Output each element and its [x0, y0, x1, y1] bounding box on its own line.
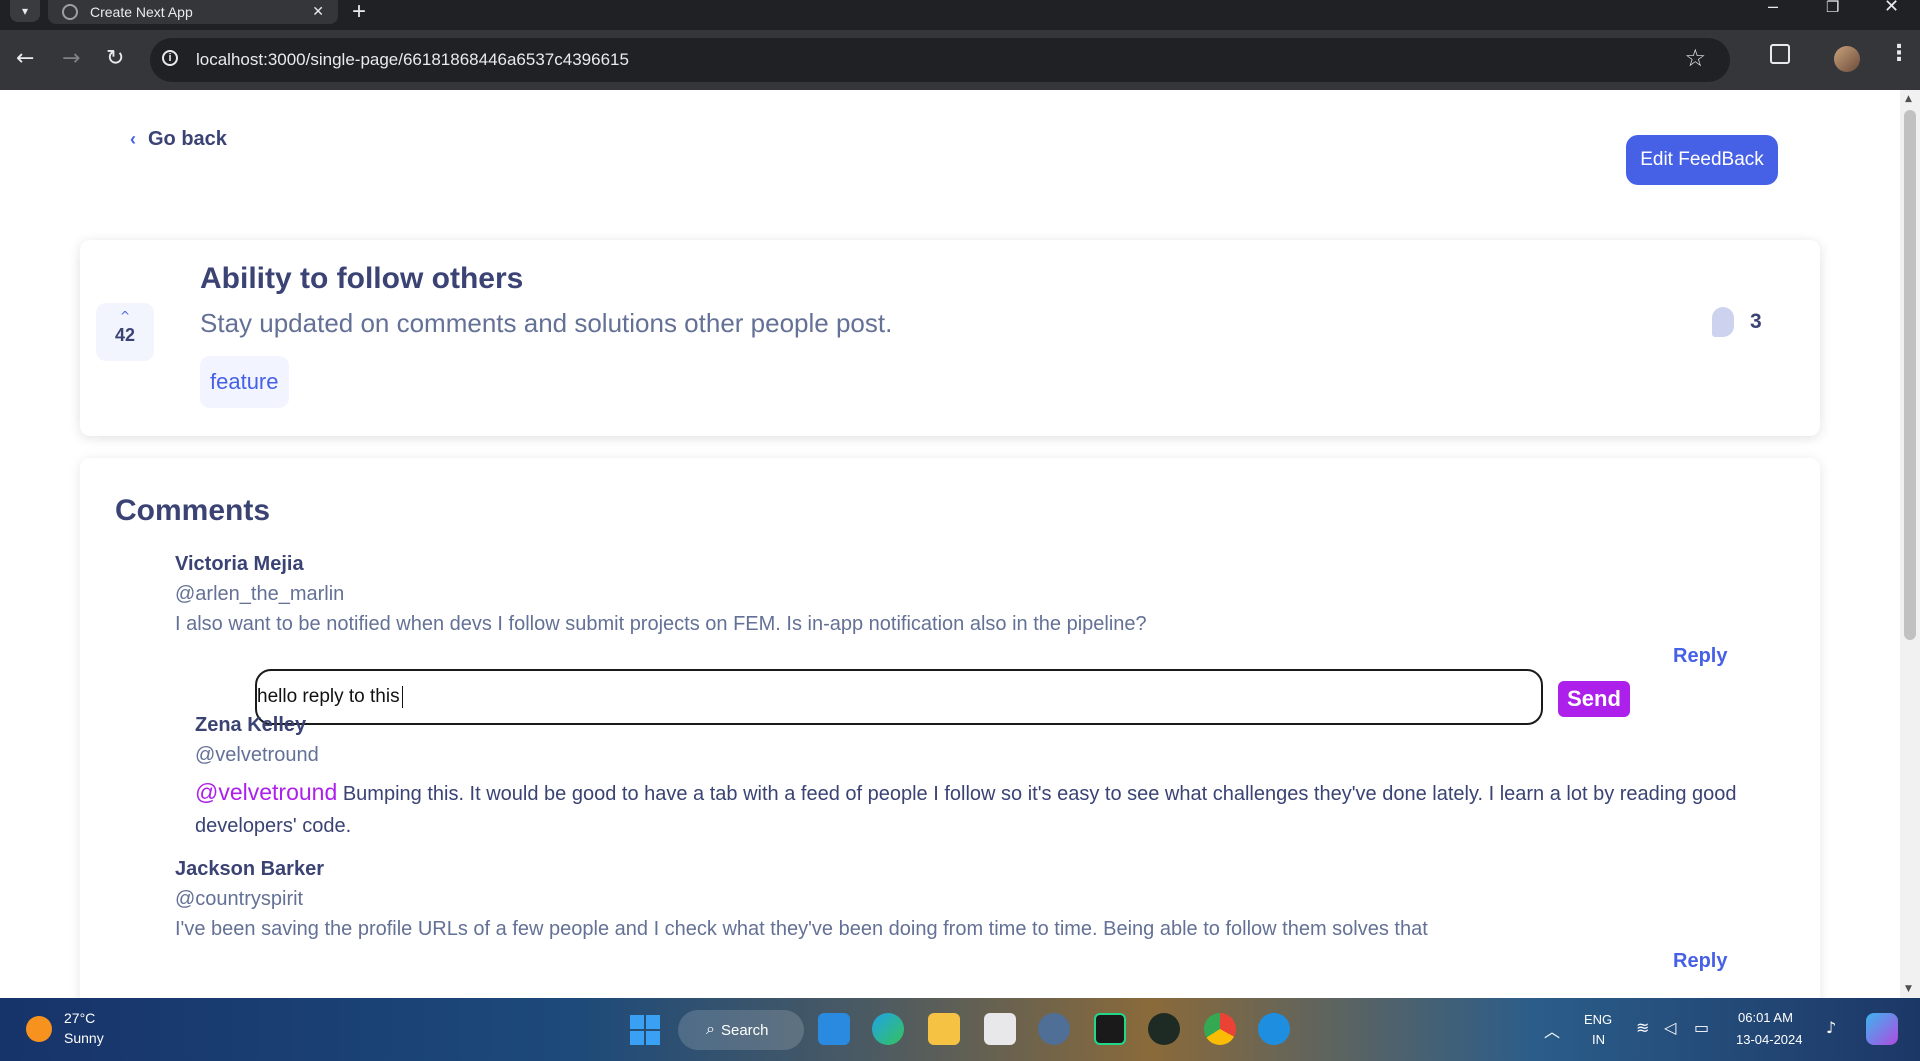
reply-author-name: Zena Kelley — [195, 714, 307, 736]
tab-title: Create Next App — [90, 4, 193, 20]
comment-author-handle: @countryspirit — [175, 888, 304, 910]
wifi-icon[interactable]: ≋ — [1636, 1018, 1649, 1037]
globe-icon — [62, 4, 78, 20]
file-explorer-icon[interactable] — [928, 1013, 960, 1045]
comment-author-name: Victoria Mejia — [175, 553, 304, 575]
tab-close-icon[interactable]: ✕ — [312, 4, 324, 20]
chrome-icon[interactable] — [1204, 1013, 1236, 1045]
reply-link[interactable]: Reply — [1673, 645, 1727, 668]
category-tag[interactable]: feature — [200, 356, 289, 408]
comment-bubble-icon — [1712, 307, 1734, 337]
browser-toolbar: ← → ↻ i localhost:3000/single-page/66181… — [0, 30, 1920, 90]
windows-start-icon[interactable] — [630, 1015, 660, 1045]
restore-icon[interactable]: ❐ — [1826, 0, 1839, 16]
menu-kebab-icon[interactable]: ⋮ — [1888, 43, 1910, 65]
weather-temperature[interactable]: 27°C — [64, 1010, 95, 1026]
taskbar-search-label: Search — [720, 1021, 769, 1039]
address-bar[interactable]: i localhost:3000/single-page/66181868446… — [150, 38, 1730, 82]
show-hidden-icons-chevron-icon[interactable]: ︿ — [1544, 1018, 1560, 1042]
reply-link[interactable]: Reply — [1673, 950, 1727, 973]
new-tab-button[interactable]: + — [352, 0, 366, 26]
search-icon: ⌕ — [706, 1021, 715, 1038]
go-back-label: Go back — [148, 128, 227, 150]
reply-text: @velvetround Bumping this. It would be g… — [195, 776, 1795, 842]
scrollbar-thumb[interactable] — [1904, 110, 1916, 640]
upvote-button[interactable]: ^ 42 — [96, 303, 154, 361]
mongodb-compass-icon[interactable] — [1148, 1013, 1180, 1045]
language-code[interactable]: ENG — [1584, 1012, 1612, 1027]
back-arrow-icon[interactable]: ← — [16, 44, 34, 74]
volume-icon[interactable]: ◁ — [1664, 1018, 1676, 1037]
chevron-up-icon: ^ — [119, 309, 131, 323]
battery-icon[interactable]: ▭ — [1694, 1018, 1709, 1037]
profile-avatar[interactable] — [1834, 46, 1860, 72]
windows-taskbar: 27°C Sunny ⌕ Search ︿ ENG IN ≋ ◁ ▭ 06:01… — [0, 998, 1920, 1061]
extensions-icon[interactable] — [1770, 44, 1790, 64]
send-button[interactable]: Send — [1558, 681, 1630, 717]
browser-tab-strip: ▾ Create Next App ✕ + – ❐ ✕ — [0, 0, 1920, 30]
scroll-down-icon[interactable]: ▼ — [1905, 984, 1912, 994]
reply-body: Bumping this. It would be good to have a… — [195, 783, 1737, 837]
weather-condition[interactable]: Sunny — [64, 1030, 104, 1046]
address-url[interactable]: localhost:3000/single-page/66181868446a6… — [196, 50, 629, 70]
comments-heading: Comments — [115, 494, 271, 527]
page-scrollbar[interactable]: ▲ ▼ — [1900, 90, 1920, 998]
language-region[interactable]: IN — [1592, 1032, 1605, 1047]
comments-section: Comments Victoria Mejia @arlen_the_marli… — [80, 458, 1820, 998]
weather-sun-icon[interactable] — [26, 1016, 52, 1042]
feedback-card: ^ 42 Ability to follow others Stay updat… — [80, 240, 1820, 436]
comment-count-number: 3 — [1750, 310, 1762, 333]
edit-feedback-button[interactable]: Edit FeedBack — [1626, 135, 1778, 185]
clock-time[interactable]: 06:01 AM — [1738, 1010, 1793, 1025]
reply-author-handle: @velvetround — [195, 744, 319, 766]
reply-input-value: hello reply to this — [257, 686, 400, 707]
minimize-icon[interactable]: – — [1768, 0, 1778, 17]
comment-author-name: Jackson Barker — [175, 858, 324, 880]
chevron-left-icon: ‹ — [130, 129, 136, 149]
text-caret — [401, 686, 403, 708]
site-info-icon[interactable]: i — [162, 50, 178, 66]
docker-icon[interactable] — [1258, 1013, 1290, 1045]
bookmark-star-icon[interactable]: ☆ — [1684, 44, 1706, 72]
notification-bell-icon[interactable]: ♪ — [1826, 1018, 1836, 1037]
comment-author-handle: @arlen_the_marlin — [175, 583, 345, 605]
reply-mention[interactable]: @velvetround — [195, 779, 337, 805]
clock-date[interactable]: 13-04-2024 — [1736, 1032, 1803, 1047]
feedback-description: Stay updated on comments and solutions o… — [200, 308, 893, 338]
comment-text: I also want to be notified when devs I f… — [175, 613, 1147, 635]
scroll-up-icon[interactable]: ▲ — [1905, 94, 1912, 104]
upvote-count: 42 — [114, 325, 136, 345]
edge-icon[interactable] — [872, 1013, 904, 1045]
browser-tab[interactable]: Create Next App ✕ — [48, 0, 338, 24]
comment-text: I've been saving the profile URLs of a f… — [175, 918, 1428, 940]
settings-gear-icon[interactable] — [1038, 1013, 1070, 1045]
pycharm-icon[interactable] — [1094, 1013, 1126, 1045]
go-back-link[interactable]: ‹ Go back — [130, 128, 227, 151]
comment-count: 3 — [1712, 307, 1762, 337]
feedback-title: Ability to follow others — [200, 262, 524, 295]
reload-icon[interactable]: ↻ — [106, 44, 124, 74]
window-close-icon[interactable]: ✕ — [1884, 0, 1899, 17]
page-content: ‹ Go back Edit FeedBack ^ 42 Ability to … — [0, 90, 1900, 998]
copilot-icon[interactable] — [1866, 1013, 1898, 1045]
microsoft-store-icon[interactable] — [984, 1013, 1016, 1045]
vscode-icon[interactable] — [818, 1013, 850, 1045]
forward-arrow-icon[interactable]: → — [62, 44, 80, 74]
reply-input[interactable]: hello reply to this — [255, 669, 1543, 725]
taskbar-search[interactable]: ⌕ Search — [678, 1010, 804, 1050]
tab-search-button[interactable]: ▾ — [10, 0, 40, 22]
